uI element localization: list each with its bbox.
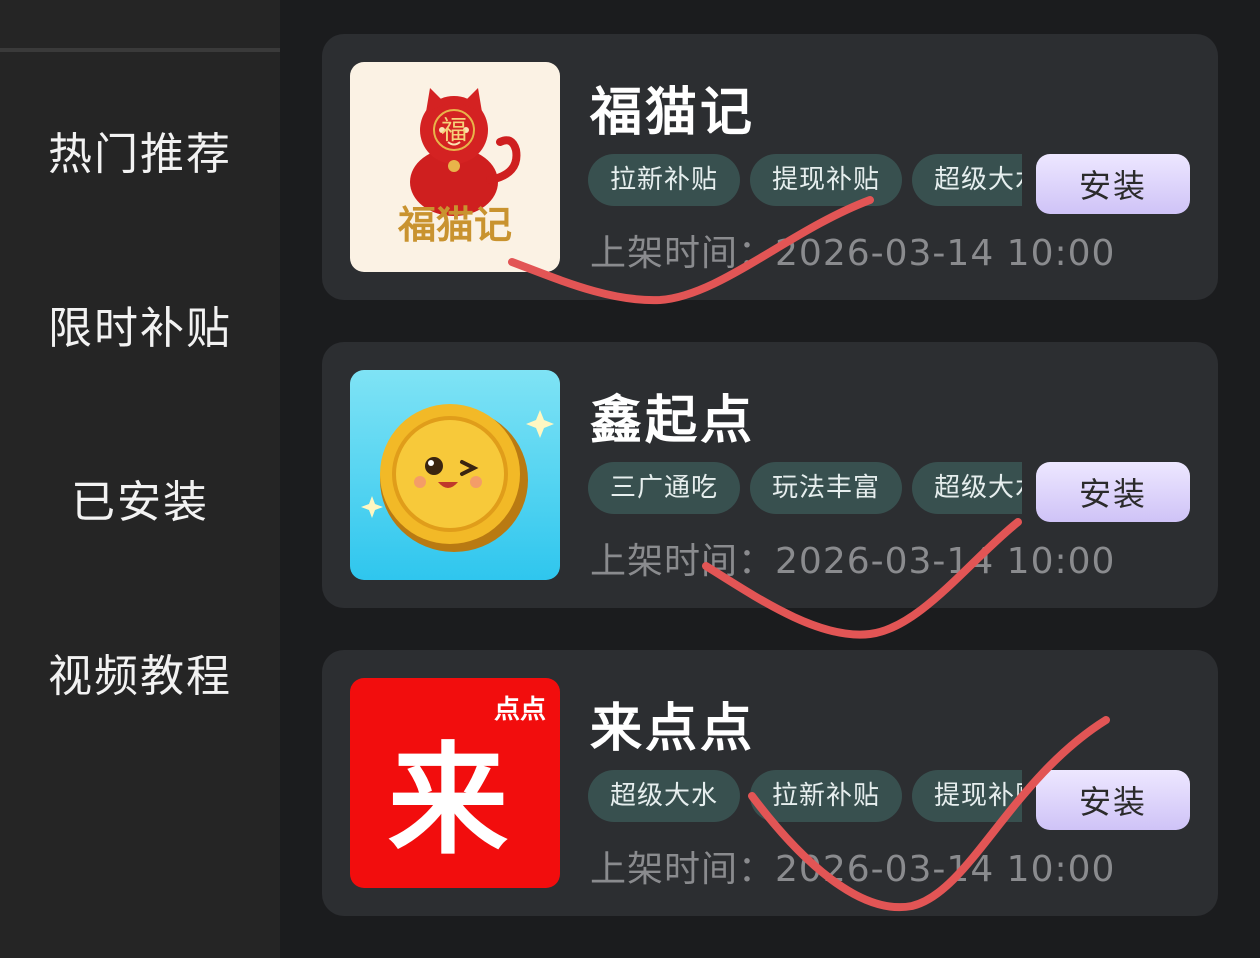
app-card-fumaoji[interactable]: 福 福猫记 福猫记 拉新补贴提现补贴超级大水 安装 上架时间：2026-03-1… [322,34,1218,300]
release-label: 上架时间： [590,541,776,582]
tag: 拉新补贴 [750,770,903,822]
tag: 超级大水 [588,770,741,822]
app-name: 来点点 [590,699,756,759]
lucky-cat-icon: 福 福猫记 [350,62,560,272]
tag: 拉新补贴 [588,154,741,206]
release-time: 上架时间：2026-03-14 10:00 [590,224,1115,276]
gold-coin-icon [350,370,560,580]
sidebar-item-installed[interactable]: 已安装 [0,466,280,530]
tag: 玩法丰富 [750,462,903,514]
install-button[interactable]: 安装 [1036,154,1190,214]
app-list: 福 福猫记 福猫记 拉新补贴提现补贴超级大水 安装 上架时间：2026-03-1… [280,0,1260,958]
sidebar-item-hot[interactable]: 热门推荐 [0,118,280,182]
lai-character-icon: 点点 来 [350,678,560,888]
release-value: 2026-03-14 10:00 [775,849,1116,890]
release-label: 上架时间： [590,849,776,890]
icon-label-text: 来 [388,732,508,871]
sidebar-divider [0,48,280,52]
tag-list: 超级大水拉新补贴提现补贴 [588,770,1022,826]
app-name: 鑫起点 [590,391,756,451]
tag: 三广通吃 [588,462,741,514]
install-button[interactable]: 安装 [1036,770,1190,830]
tag: 超级大水 [912,462,1022,514]
release-label: 上架时间： [590,233,776,274]
sidebar: 热门推荐 限时补贴 已安装 视频教程 [0,0,280,958]
app-card-xinqidian[interactable]: 鑫起点 三广通吃玩法丰富超级大水 安装 上架时间：2026-03-14 10:0… [322,342,1218,608]
tag: 超级大水 [912,154,1022,206]
release-value: 2026-03-14 10:00 [775,233,1116,274]
release-time: 上架时间：2026-03-14 10:00 [590,840,1115,892]
icon-badge-text: 福 [441,116,467,146]
tag: 提现补贴 [912,770,1022,822]
tag-list: 拉新补贴提现补贴超级大水 [588,154,1022,210]
icon-badge-text: 点点 [494,694,546,725]
app-card-laidiandian[interactable]: 点点 来 来点点 超级大水拉新补贴提现补贴 安装 上架时间：2026-03-14… [322,650,1218,916]
tag-list: 三广通吃玩法丰富超级大水 [588,462,1022,518]
icon-label-text: 福猫记 [397,203,512,247]
sidebar-item-subsidy[interactable]: 限时补贴 [0,292,280,356]
release-time: 上架时间：2026-03-14 10:00 [590,532,1115,584]
install-button[interactable]: 安装 [1036,462,1190,522]
app-name: 福猫记 [590,83,756,143]
sidebar-item-tutorial[interactable]: 视频教程 [0,640,280,704]
tag: 提现补贴 [750,154,903,206]
release-value: 2026-03-14 10:00 [775,541,1116,582]
